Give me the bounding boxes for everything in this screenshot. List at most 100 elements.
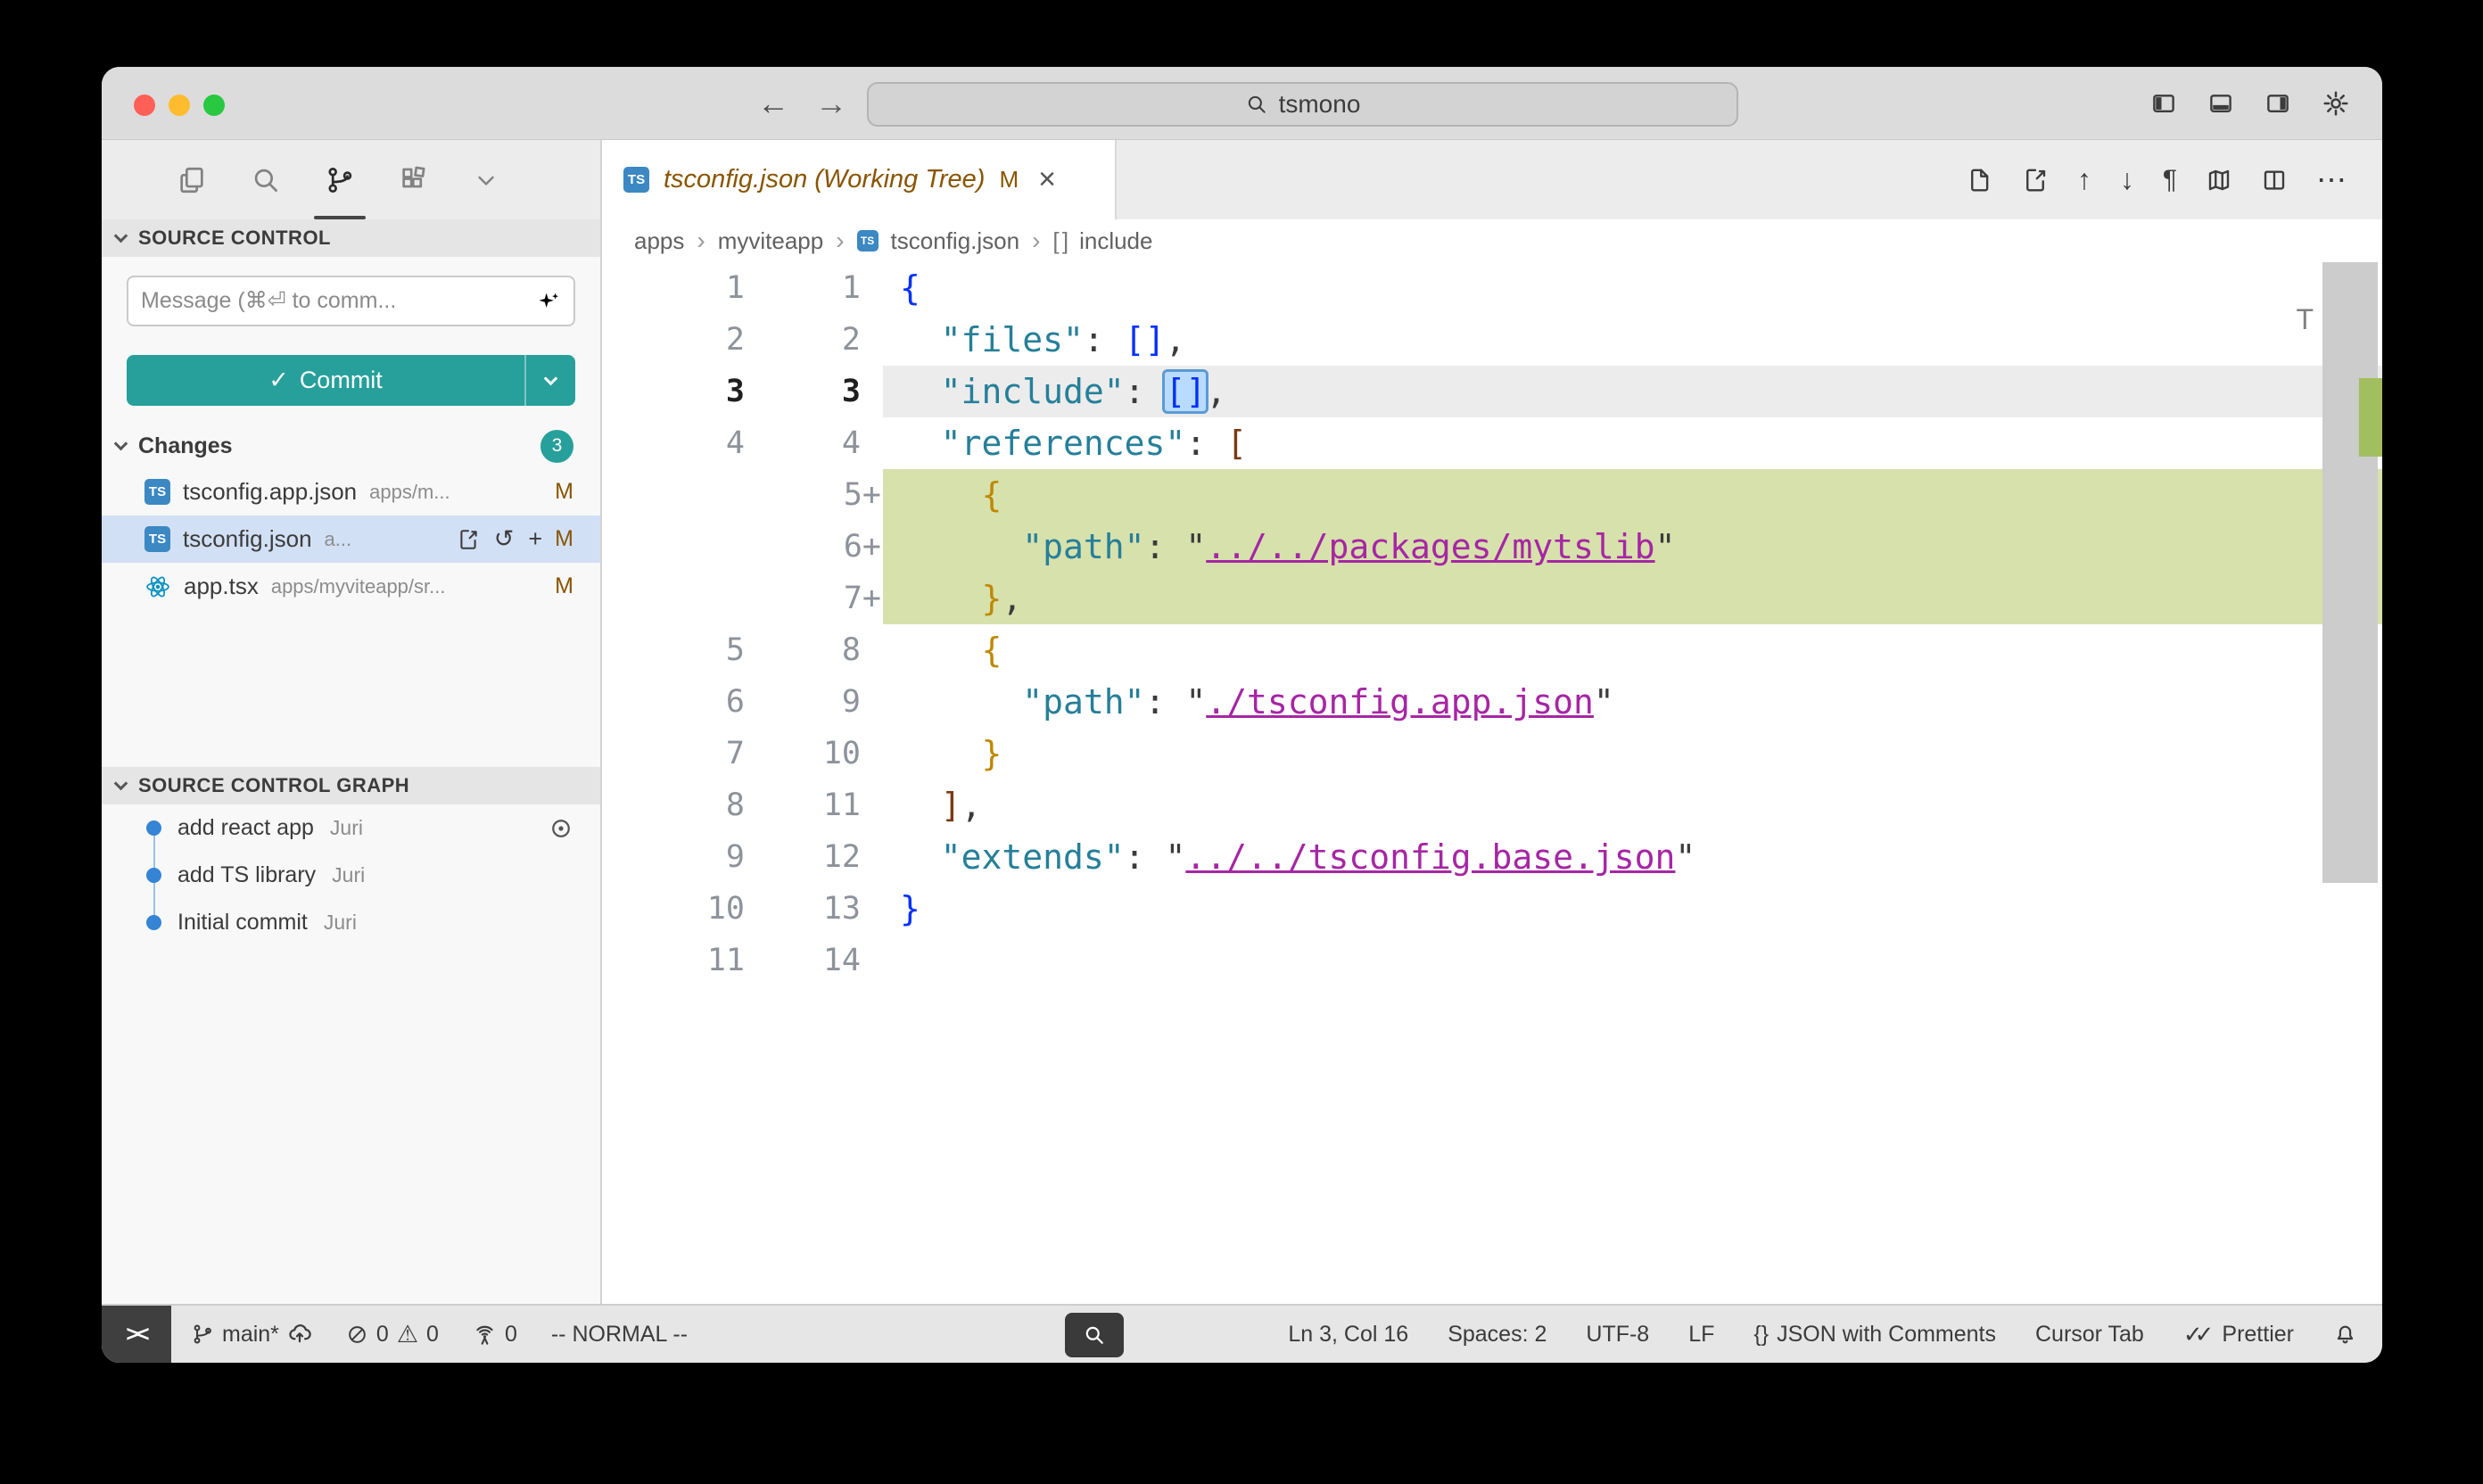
- stage-changes-icon[interactable]: +: [528, 525, 542, 553]
- activity-bar: [102, 140, 602, 219]
- remote-icon: ><: [126, 1322, 146, 1348]
- minimize-window-button[interactable]: [169, 95, 190, 116]
- cursor-position-status[interactable]: Ln 3, Col 16: [1288, 1322, 1408, 1348]
- remote-indicator[interactable]: ><: [102, 1306, 171, 1363]
- file-row-tsconfig[interactable]: TS tsconfig.json a... ↺ + M: [102, 515, 600, 563]
- vim-mode-status[interactable]: -- NORMAL --: [551, 1322, 688, 1348]
- discard-changes-icon[interactable]: ↺: [494, 525, 515, 553]
- file-path: a...: [325, 528, 352, 551]
- original-line-number: 4: [602, 417, 745, 469]
- commit-row-initial-commit[interactable]: Initial commit Juri: [102, 899, 600, 946]
- breadcrumb-separator-icon: ›: [697, 227, 705, 255]
- encoding-status[interactable]: UTF-8: [1586, 1322, 1649, 1348]
- more-actions-icon[interactable]: ⋯: [2316, 162, 2347, 198]
- original-line-number: 6: [602, 676, 745, 728]
- more-views-chevron-icon[interactable]: [473, 140, 499, 219]
- cursor-tab-status[interactable]: Cursor Tab: [2035, 1322, 2144, 1348]
- open-changes-icon[interactable]: [1967, 167, 1993, 194]
- code-text: }: [883, 728, 2382, 779]
- code-line[interactable]: 6+ "path": "../../packages/mytslib": [602, 521, 2382, 573]
- toggle-whitespace-icon[interactable]: ¶: [2163, 165, 2177, 195]
- goto-commit-target-icon[interactable]: [549, 816, 573, 841]
- maximize-window-button[interactable]: [203, 95, 225, 116]
- language-mode-status[interactable]: {} JSON with Comments: [1753, 1322, 1996, 1348]
- modified-line-number: 3: [745, 366, 883, 417]
- formatter-status[interactable]: ✓✓ Prettier: [2183, 1321, 2294, 1348]
- git-branch-icon: [191, 1323, 214, 1346]
- file-name: tsconfig.app.json: [183, 478, 357, 506]
- magnifier-icon: [1082, 1323, 1107, 1348]
- window-controls: [134, 95, 225, 116]
- commit-author: Juri: [332, 863, 365, 887]
- tab-tsconfig-working-tree[interactable]: TS tsconfig.json (Working Tree) M ×: [602, 140, 1117, 219]
- open-file-icon[interactable]: [2022, 167, 2049, 194]
- code-line[interactable]: 11{: [602, 262, 2382, 314]
- split-editor-icon[interactable]: [2261, 167, 2288, 194]
- modified-line-number: 4: [745, 417, 883, 469]
- toggle-primary-sidebar-icon[interactable]: [2150, 90, 2177, 117]
- scrollbar-thumb[interactable]: [2322, 262, 2378, 883]
- code-line[interactable]: 33 "include": [],: [602, 366, 2382, 417]
- toggle-panel-icon[interactable]: [2207, 90, 2234, 117]
- command-center-search[interactable]: tsmono: [867, 82, 1738, 127]
- map-icon[interactable]: [2206, 167, 2232, 194]
- breadcrumb-myviteapp[interactable]: myviteapp: [718, 227, 824, 255]
- file-row-tsconfig-app[interactable]: TS tsconfig.app.json apps/m... M: [102, 468, 600, 515]
- modified-line-number: 5+: [745, 469, 883, 521]
- code-line[interactable]: 69 "path": "./tsconfig.app.json": [602, 676, 2382, 728]
- commit-button[interactable]: ✓ Commit: [127, 355, 575, 406]
- code-line[interactable]: 1114: [602, 935, 2382, 986]
- code-line[interactable]: 58 {: [602, 624, 2382, 676]
- notifications-bell-icon[interactable]: [2333, 1323, 2357, 1347]
- navigate-back-button[interactable]: ←: [757, 67, 789, 140]
- chevron-down-icon: [544, 371, 558, 385]
- code-line[interactable]: 710 }: [602, 728, 2382, 779]
- commit-row-add-ts-library[interactable]: add TS library Juri: [102, 852, 600, 899]
- toggle-secondary-sidebar-icon[interactable]: [2264, 90, 2291, 117]
- indentation-status[interactable]: Spaces: 2: [1448, 1322, 1547, 1348]
- commit-message-input[interactable]: [141, 288, 527, 314]
- original-line-number: [602, 521, 745, 573]
- changes-section-header[interactable]: Changes 3: [102, 424, 600, 468]
- eol-status[interactable]: LF: [1688, 1322, 1714, 1348]
- breadcrumb-include[interactable]: include: [1079, 227, 1152, 255]
- extensions-view-icon[interactable]: [399, 140, 429, 219]
- modified-line-number: 1: [745, 262, 883, 314]
- code-text: "path": "../../packages/mytslib": [883, 521, 2382, 573]
- navigate-forward-button[interactable]: →: [815, 67, 847, 140]
- file-row-app-tsx[interactable]: app.tsx apps/myviteapp/sr... M: [102, 563, 600, 610]
- commit-dropdown-button[interactable]: [524, 355, 575, 406]
- source-control-view-icon[interactable]: [325, 140, 355, 219]
- double-check-icon: ✓✓: [2183, 1321, 2207, 1348]
- tab-bar: TS tsconfig.json (Working Tree) M × ↑ ↓ …: [602, 140, 2382, 219]
- code-line[interactable]: 1013}: [602, 883, 2382, 935]
- commit-graph: add react app Juri add TS library Juri I…: [102, 804, 600, 946]
- explorer-view-icon[interactable]: [177, 140, 207, 219]
- editor-scrollbar[interactable]: [2319, 262, 2382, 1304]
- code-line[interactable]: 7+ },: [602, 573, 2382, 624]
- settings-gear-icon[interactable]: [2322, 89, 2350, 118]
- source-control-graph-header[interactable]: SOURCE CONTROL GRAPH: [102, 767, 600, 804]
- breadcrumb-tsconfig[interactable]: tsconfig.json: [891, 227, 1020, 255]
- code-line[interactable]: 5+ {: [602, 469, 2382, 521]
- sparkle-ai-icon[interactable]: [536, 289, 561, 314]
- tab-close-icon[interactable]: ×: [1038, 162, 1056, 197]
- search-view-icon[interactable]: [251, 140, 281, 219]
- source-control-section-header[interactable]: SOURCE CONTROL: [102, 219, 600, 257]
- commit-row-add-react-app[interactable]: add react app Juri: [102, 804, 600, 852]
- code-line[interactable]: 22 "files": [],: [602, 314, 2382, 366]
- branch-status[interactable]: main*: [191, 1322, 312, 1348]
- original-line-number: 3: [602, 366, 745, 417]
- code-line[interactable]: 44 "references": [: [602, 417, 2382, 469]
- open-file-icon[interactable]: [457, 528, 480, 551]
- ports-status[interactable]: 0: [473, 1322, 517, 1348]
- breadcrumb-apps[interactable]: apps: [634, 227, 684, 255]
- close-window-button[interactable]: [134, 95, 155, 116]
- next-change-icon[interactable]: ↓: [2120, 163, 2134, 196]
- status-bar: >< main* 0 ⚠ 0 0 --: [102, 1304, 2382, 1363]
- code-line[interactable]: 811 ],: [602, 779, 2382, 831]
- code-text: {: [883, 469, 2382, 521]
- problems-status[interactable]: 0 ⚠ 0: [346, 1321, 439, 1348]
- code-line[interactable]: 912 "extends": "../../tsconfig.base.json…: [602, 831, 2382, 883]
- previous-change-icon[interactable]: ↑: [2077, 163, 2091, 196]
